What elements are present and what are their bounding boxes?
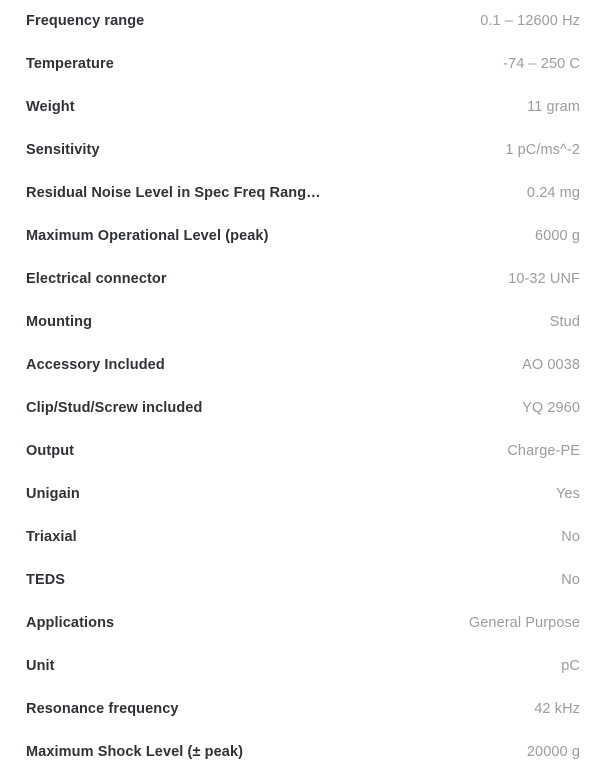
spec-row: Electrical connector 10-32 UNF [26,258,580,301]
spec-row: Unigain Yes [26,473,580,516]
spec-value: No [561,528,580,545]
spec-value: 42 kHz [534,700,580,717]
spec-row: Applications General Purpose [26,602,580,645]
spec-row: Accessory Included AO 0038 [26,344,580,387]
spec-label: Unigain [26,485,80,502]
spec-row: Triaxial No [26,516,580,559]
spec-value: General Purpose [468,614,580,631]
specification-table: Frequency range 0.1 – 12600 Hz Temperature… [0,0,601,779]
spec-label: Unit [26,657,55,674]
spec-value: No [561,571,580,588]
spec-label: Output [26,442,75,459]
spec-label: Triaxial [26,528,77,545]
spec-value: YQ 2960 [522,399,580,416]
spec-value: AO 0038 [522,356,580,373]
spec-value: Yes [556,485,580,502]
spec-label: Accessory Included [26,356,165,373]
spec-label: Electrical connector [26,270,167,287]
spec-value: Stud [549,313,580,330]
spec-value: 6000 g [535,227,580,244]
spec-value: 20000 g [526,743,580,760]
spec-row: Resonance frequency 42 kHz [26,688,580,731]
spec-label: Maximum Shock Level (± peak) [26,743,244,760]
spec-value: Charge-PE [507,442,580,459]
spec-row: Output Charge-PE [26,430,580,473]
spec-value: 10-32 UNF [508,270,580,287]
spec-value: 1 pC/ms^-2 [505,141,580,158]
spec-label: Residual Noise Level in Spec Freq Rang… [26,184,321,201]
spec-label: TEDS [26,571,66,588]
spec-label: Mounting [26,313,93,330]
spec-value: pC [561,657,580,674]
spec-label: Weight [26,98,75,115]
spec-value: 11 gram [527,98,580,115]
spec-label: Frequency range [26,12,145,29]
spec-label: Temperature [26,55,114,72]
spec-value: -74 – 250 C [503,55,580,72]
spec-row: Maximum Shock Level (± peak) 20000 g [26,731,580,774]
spec-row: TEDS No [26,559,580,602]
spec-row: Sensitivity 1 pC/ms^-2 [26,129,580,172]
spec-label: Resonance frequency [26,700,179,717]
spec-row: Mounting Stud [26,301,580,344]
spec-row: Temperature -74 – 250 C [26,43,580,86]
spec-row: Frequency range 0.1 – 12600 Hz [26,0,580,43]
spec-label: Sensitivity [26,141,100,158]
spec-row: Residual Noise Level in Spec Freq Rang… 0… [26,172,580,215]
spec-row: Weight 11 gram [26,86,580,129]
spec-label: Maximum Operational Level (peak) [26,227,269,244]
spec-label: Clip/Stud/Screw included [26,399,203,416]
spec-label: Applications [26,614,115,631]
spec-value: 0.24 mg [526,184,580,201]
spec-row: Unit pC [26,645,580,688]
spec-row: Clip/Stud/Screw included YQ 2960 [26,387,580,430]
spec-row: Maximum Operational Level (peak) 6000 g [26,215,580,258]
spec-value: 0.1 – 12600 Hz [480,12,580,29]
